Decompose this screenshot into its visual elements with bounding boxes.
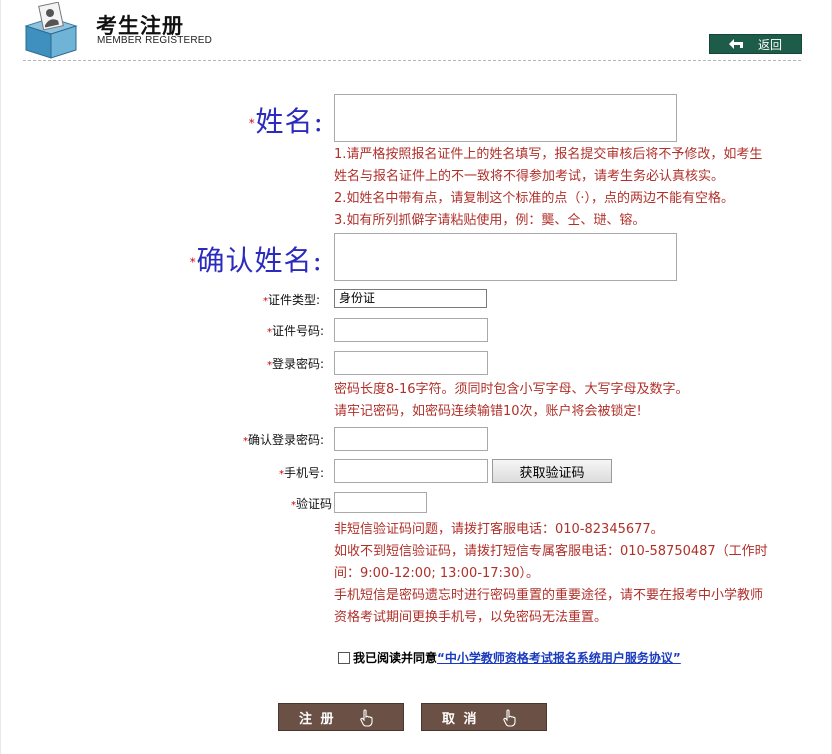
id-type-value: 身份证 (339, 291, 376, 305)
password-input[interactable] (334, 351, 488, 375)
confirm-password-input[interactable] (334, 427, 488, 451)
agree-checkbox[interactable] (338, 651, 350, 664)
page-subtitle: MEMBER REGISTERED (97, 35, 213, 46)
password-hints: 密码长度8-16字符。须同时包含小写字母、大写字母及数字。 请牢记密码，如密码连… (334, 379, 689, 423)
name-input[interactable] (334, 94, 677, 142)
agree-text: 我已阅读并同意 (353, 651, 438, 665)
code-input[interactable] (334, 492, 427, 513)
confirm-password-label: *确认登录密码: (243, 433, 325, 447)
code-hint-line: 间：9:00-12:00; 13:00-17:30）。 (334, 566, 539, 581)
id-number-label: *证件号码: (267, 324, 325, 338)
confirm-name-label: *确认姓名: (190, 244, 323, 277)
code-hints: 非短信验证码问题，请拨打客服电话：010-82345677。 如收不到短信验证码… (334, 519, 768, 629)
register-button[interactable]: 注 册 (278, 703, 404, 731)
id-number-input[interactable] (334, 318, 488, 342)
password-hint-line: 密码长度8-16字符。须同时包含小写字母、大写字母及数字。 (334, 382, 689, 397)
id-type-select[interactable]: 身份证 (334, 289, 487, 308)
hand-cursor-icon (503, 709, 516, 727)
register-button-label: 注 册 (299, 711, 336, 727)
registration-page: 考生注册 MEMBER REGISTERED 返回 *姓名: 1.请严格按照报名… (0, 0, 832, 754)
get-code-button[interactable]: 获取验证码 (492, 459, 612, 483)
cancel-button[interactable]: 取 消 (421, 703, 547, 731)
name-hint-line: 1.请严格按照报名证件上的姓名填写，报名提交审核后将不予修改，如考生 (334, 147, 763, 162)
code-label: *验证码 (291, 497, 333, 511)
phone-input[interactable] (334, 459, 488, 483)
code-hint-line: 如收不到短信验证码，请拨打短信专属客服电话：010-58750487（工作时 (334, 544, 768, 559)
name-label: *姓名: (249, 105, 324, 138)
code-hint-line: 手机短信是密码遗忘时进行密码重置的重要途径，请不要在报考中小学教师 (334, 588, 764, 603)
name-hint-line: 姓名与报名证件上的不一致将不得参加考试，请考生务必认真核实。 (334, 169, 725, 184)
code-hint-line: 资格考试期间更换手机号，以免密码无法重置。 (334, 610, 608, 625)
back-button-label: 返回 (758, 37, 783, 52)
password-label: *登录密码: (267, 357, 325, 371)
member-logo-icon (24, 2, 78, 59)
agreement-link[interactable]: “中小学教师资格考试报名系统用户服务协议” (437, 649, 681, 666)
phone-label: *手机号: (279, 466, 325, 480)
name-hint-line: 2.如姓名中带有点，请复制这个标准的点（·），点的两边不能有空格。 (334, 191, 735, 206)
back-arrow-icon (728, 38, 744, 50)
password-hint-line: 请牢记密码，如密码连续输错10次，账户将会被锁定! (334, 404, 642, 419)
confirm-name-input[interactable] (334, 233, 677, 281)
code-hint-line: 非短信验证码问题，请拨打客服电话：010-82345677。 (334, 522, 664, 537)
header-divider (23, 60, 801, 61)
agreement-row: 我已阅读并同意 “中小学教师资格考试报名系统用户服务协议” (338, 649, 681, 666)
name-hint-line: 3.如有所列抓僻字请粘贴使用，例：龑、仝、琎、镕。 (334, 213, 646, 228)
id-type-label: *证件类型: (263, 293, 321, 307)
cancel-button-label: 取 消 (442, 711, 479, 727)
back-button[interactable]: 返回 (709, 34, 802, 54)
name-hints: 1.请严格按照报名证件上的姓名填写，报名提交审核后将不予修改，如考生 姓名与报名… (334, 144, 762, 232)
hand-cursor-icon (360, 709, 373, 727)
